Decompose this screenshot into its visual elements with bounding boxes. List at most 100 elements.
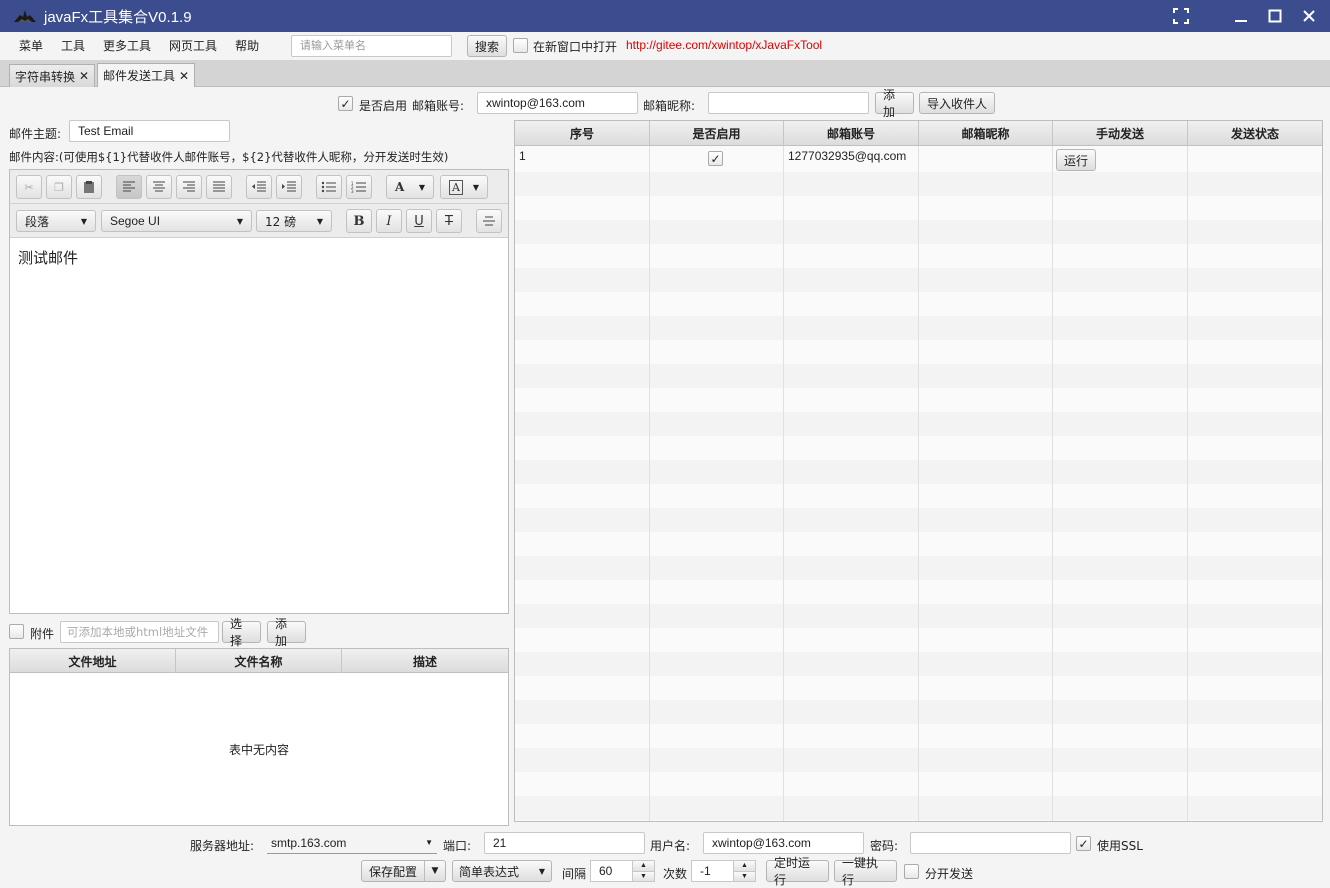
attachment-path-input[interactable]: 可添加本地或html地址文件 [60, 621, 219, 643]
column-header[interactable]: 邮箱账号 [784, 121, 919, 146]
empty-cell [515, 388, 650, 412]
account-label: 邮箱账号: [412, 99, 465, 113]
column-header[interactable]: 序号 [515, 121, 650, 146]
server-host-value: smtp.163.com [271, 835, 347, 850]
editor-content[interactable]: 测试邮件 [10, 238, 508, 613]
background-color-picker[interactable]: A ▼ [440, 175, 488, 199]
close-icon[interactable] [1294, 1, 1324, 31]
run-all-button[interactable]: 一键执行 [834, 856, 897, 887]
split-send-checkbox[interactable] [904, 864, 919, 879]
table-row[interactable]: 1 ✓ 1277032935@qq.com 运行 [515, 146, 1322, 172]
add-attachment-button[interactable]: 添加 [267, 617, 306, 648]
empty-cell [1188, 604, 1322, 628]
schedule-run-button[interactable]: 定时运行 [766, 856, 829, 887]
cut-icon[interactable]: ✂ [16, 175, 42, 199]
empty-cell [1053, 196, 1188, 220]
menu-web-tools[interactable]: 网页工具 [160, 34, 226, 58]
underline-icon[interactable]: U [406, 209, 432, 233]
empty-cell [784, 580, 919, 604]
font-size-select[interactable]: 12 磅 ▼ [256, 210, 332, 232]
row-email: 1277032935@qq.com [784, 146, 919, 172]
row-enabled-checkbox[interactable]: ✓ [708, 151, 723, 166]
interval-value[interactable]: 60 [591, 864, 632, 878]
font-family-select[interactable]: Segoe UI ▼ [101, 210, 252, 232]
search-button[interactable]: 搜索 [467, 35, 507, 57]
empty-cell [1053, 748, 1188, 772]
empty-cell [784, 436, 919, 460]
gitee-link[interactable]: http://gitee.com/xwintop/xJavaFxTool [626, 38, 822, 52]
paragraph-select[interactable]: 段落 ▼ [16, 210, 96, 232]
column-header[interactable]: 邮箱昵称 [919, 121, 1053, 146]
column-header[interactable]: 文件名称 [176, 649, 342, 673]
expression-select[interactable]: 简单表达式 ▼ [452, 860, 552, 882]
column-header[interactable]: 描述 [342, 649, 508, 673]
column-header[interactable]: 是否启用 [650, 121, 784, 146]
empty-cell [1053, 460, 1188, 484]
menu-search-input[interactable]: 请输入菜单名 [291, 35, 452, 57]
enabled-checkbox[interactable]: ✓ [338, 96, 353, 111]
account-input[interactable]: xwintop@163.com [477, 92, 638, 114]
horizontal-rule-icon[interactable] [476, 209, 502, 233]
port-input[interactable]: 21 [484, 832, 645, 854]
password-input[interactable] [910, 832, 1071, 854]
minimize-icon[interactable] [1226, 1, 1256, 31]
empty-cell [515, 364, 650, 388]
save-config-button[interactable]: 保存配置 ▼ [361, 860, 447, 882]
menu-more-tools[interactable]: 更多工具 [94, 34, 160, 58]
strikethrough-icon[interactable]: T [436, 209, 462, 233]
align-justify-icon[interactable] [206, 175, 232, 199]
align-left-icon[interactable] [116, 175, 142, 199]
empty-cell [784, 700, 919, 724]
count-spinner[interactable]: -1 ▲ ▼ [691, 860, 756, 882]
tab-mail-sender[interactable]: 邮件发送工具 ✕ [97, 63, 196, 87]
save-config-label[interactable]: 保存配置 [362, 861, 426, 881]
empty-table-row [515, 652, 1322, 676]
increment-icon[interactable]: ▲ [734, 861, 755, 872]
increment-icon[interactable]: ▲ [633, 861, 654, 872]
indent-icon[interactable] [276, 175, 302, 199]
bold-icon[interactable]: B [346, 209, 372, 233]
ssl-checkbox[interactable]: ✓ [1076, 836, 1091, 851]
copy-icon[interactable]: ❐ [46, 175, 72, 199]
empty-cell [784, 508, 919, 532]
menu-help[interactable]: 帮助 [226, 34, 268, 58]
column-header[interactable]: 发送状态 [1188, 121, 1322, 146]
import-recipients-button[interactable]: 导入收件人 [919, 92, 995, 114]
menu-main[interactable]: 菜单 [10, 34, 52, 58]
empty-cell [1188, 292, 1322, 316]
align-right-icon[interactable] [176, 175, 202, 199]
choose-file-button[interactable]: 选择 [222, 617, 261, 648]
subject-input[interactable]: Test Email [69, 120, 230, 142]
empty-cell [515, 724, 650, 748]
outdent-icon[interactable] [246, 175, 272, 199]
menu-tools[interactable]: 工具 [52, 34, 94, 58]
paste-icon[interactable] [76, 175, 102, 199]
tab-string-convert[interactable]: 字符串转换 ✕ [9, 64, 96, 87]
fullscreen-icon[interactable] [1166, 1, 1196, 31]
decrement-icon[interactable]: ▼ [734, 871, 755, 881]
empty-cell [650, 220, 784, 244]
font-family-value: Segoe UI [110, 214, 161, 228]
maximize-icon[interactable] [1260, 1, 1290, 31]
add-recipient-button[interactable]: 添加 [875, 88, 914, 119]
decrement-icon[interactable]: ▼ [633, 871, 654, 881]
column-header[interactable]: 手动发送 [1053, 121, 1188, 146]
count-value[interactable]: -1 [692, 864, 733, 878]
interval-spinner[interactable]: 60 ▲ ▼ [590, 860, 655, 882]
run-button[interactable]: 运行 [1056, 149, 1096, 171]
text-color-picker[interactable]: A ▼ [386, 175, 434, 199]
italic-icon[interactable]: I [376, 209, 402, 233]
column-header[interactable]: 文件地址 [10, 649, 176, 673]
username-input[interactable]: xwintop@163.com [703, 832, 864, 854]
align-center-icon[interactable] [146, 175, 172, 199]
tab-close-icon[interactable]: ✕ [79, 69, 89, 83]
server-host-select[interactable]: smtp.163.com ▼ [267, 832, 437, 854]
tab-close-icon[interactable]: ✕ [179, 69, 189, 83]
new-window-checkbox[interactable] [513, 38, 528, 53]
bullet-list-icon[interactable] [316, 175, 342, 199]
nickname-input[interactable] [708, 92, 869, 114]
empty-cell [1188, 460, 1322, 484]
chevron-down-icon[interactable]: ▼ [425, 866, 445, 876]
attachment-checkbox[interactable] [9, 624, 24, 639]
numbered-list-icon[interactable]: 123 [346, 175, 372, 199]
